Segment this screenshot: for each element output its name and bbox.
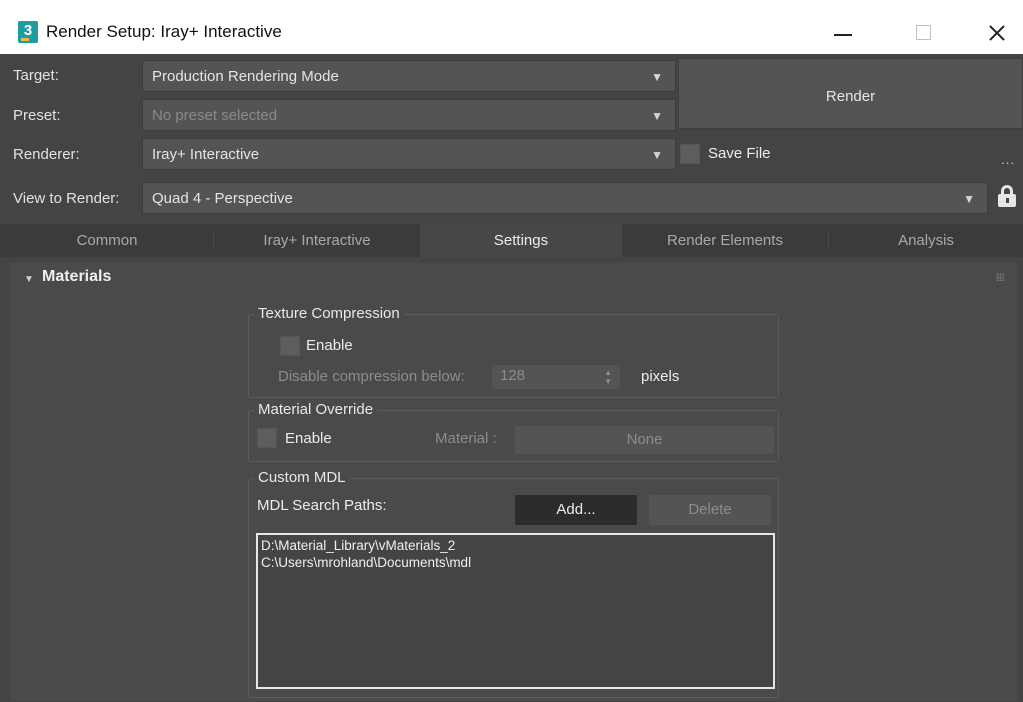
texture-compression-enable-label: Enable (306, 337, 353, 354)
target-dropdown[interactable]: Production Rendering Mode ▼ (142, 60, 676, 92)
pixels-unit-label: pixels (641, 368, 680, 385)
preset-dropdown[interactable]: No preset selected ▼ (142, 99, 676, 131)
view-to-render-label: View to Render: (13, 190, 120, 207)
mdl-search-paths-list[interactable]: D:\Material_Library\vMaterials_2 C:\User… (256, 533, 775, 689)
add-path-button[interactable]: Add... (515, 495, 637, 525)
disable-compression-value: 128 (500, 367, 526, 384)
render-button[interactable]: Render (678, 58, 1023, 129)
spinner-arrows-icon[interactable]: ▲ ▼ (604, 368, 612, 386)
dropdown-arrow-icon: ▼ (651, 70, 663, 84)
disable-compression-label: Disable compression below: (278, 368, 465, 385)
view-to-render-value: Quad 4 - Perspective (152, 190, 293, 207)
maximize-button[interactable] (900, 14, 946, 50)
delete-path-button[interactable]: Delete (649, 495, 771, 525)
material-override-title: Material Override (254, 401, 378, 419)
list-item[interactable]: D:\Material_Library\vMaterials_2 (258, 537, 773, 554)
tab-settings[interactable]: Settings (420, 224, 622, 257)
tab-iray-interactive[interactable]: Iray+ Interactive (214, 224, 420, 257)
save-file-checkbox[interactable] (680, 144, 700, 164)
dropdown-arrow-icon: ▼ (651, 148, 663, 162)
dropdown-arrow-icon: ▼ (651, 109, 663, 123)
mdl-search-paths-label: MDL Search Paths: (257, 497, 387, 514)
drag-grip-icon[interactable] (996, 273, 1004, 281)
renderer-dropdown[interactable]: Iray+ Interactive ▼ (142, 138, 676, 170)
minimize-button[interactable] (820, 14, 866, 50)
tab-analysis[interactable]: Analysis (829, 224, 1023, 257)
more-options-button[interactable]: ... (1001, 152, 1015, 167)
tab-render-elements[interactable]: Render Elements (622, 224, 828, 257)
app-icon: 3 (18, 21, 38, 43)
disable-compression-spinner[interactable]: 128 ▲ ▼ (492, 365, 620, 389)
preset-value: No preset selected (152, 107, 278, 124)
materials-rollout-header[interactable]: ▼ Materials (10, 263, 1018, 293)
preset-label: Preset: (13, 107, 61, 124)
lock-icon[interactable] (998, 185, 1016, 207)
tab-bar: Common Iray+ Interactive Settings Render… (0, 224, 1023, 257)
dropdown-arrow-icon: ▼ (963, 192, 975, 206)
render-button-label: Render (825, 88, 876, 105)
texture-compression-enable-checkbox[interactable] (280, 336, 300, 356)
title-bar: 3 Render Setup: Iray+ Interactive (0, 0, 1023, 54)
render-setup-panel: Target: Production Rendering Mode ▼ Pres… (0, 54, 1023, 702)
tab-common[interactable]: Common (0, 224, 214, 257)
material-picker-button[interactable]: None (515, 426, 774, 454)
material-override-enable-label: Enable (285, 430, 332, 447)
renderer-value: Iray+ Interactive (152, 146, 260, 163)
close-button[interactable] (974, 14, 1020, 50)
renderer-label: Renderer: (13, 146, 80, 163)
material-override-enable-checkbox[interactable] (257, 428, 277, 448)
texture-compression-title: Texture Compression (254, 305, 404, 323)
save-file-label: Save File (708, 145, 771, 162)
list-item[interactable]: C:\Users\mrohland\Documents\mdl (258, 554, 773, 571)
target-label: Target: (13, 67, 59, 84)
materials-rollout-title: Materials (42, 268, 112, 285)
window-title: Render Setup: Iray+ Interactive (46, 22, 282, 41)
target-value: Production Rendering Mode (152, 68, 339, 85)
collapse-arrow-icon: ▼ (24, 274, 34, 285)
custom-mdl-title: Custom MDL (254, 469, 350, 487)
materials-rollout: ▼ Materials Texture Compression Enable D… (10, 263, 1018, 701)
material-label: Material : (435, 430, 497, 447)
view-to-render-dropdown[interactable]: Quad 4 - Perspective ▼ (142, 182, 988, 214)
